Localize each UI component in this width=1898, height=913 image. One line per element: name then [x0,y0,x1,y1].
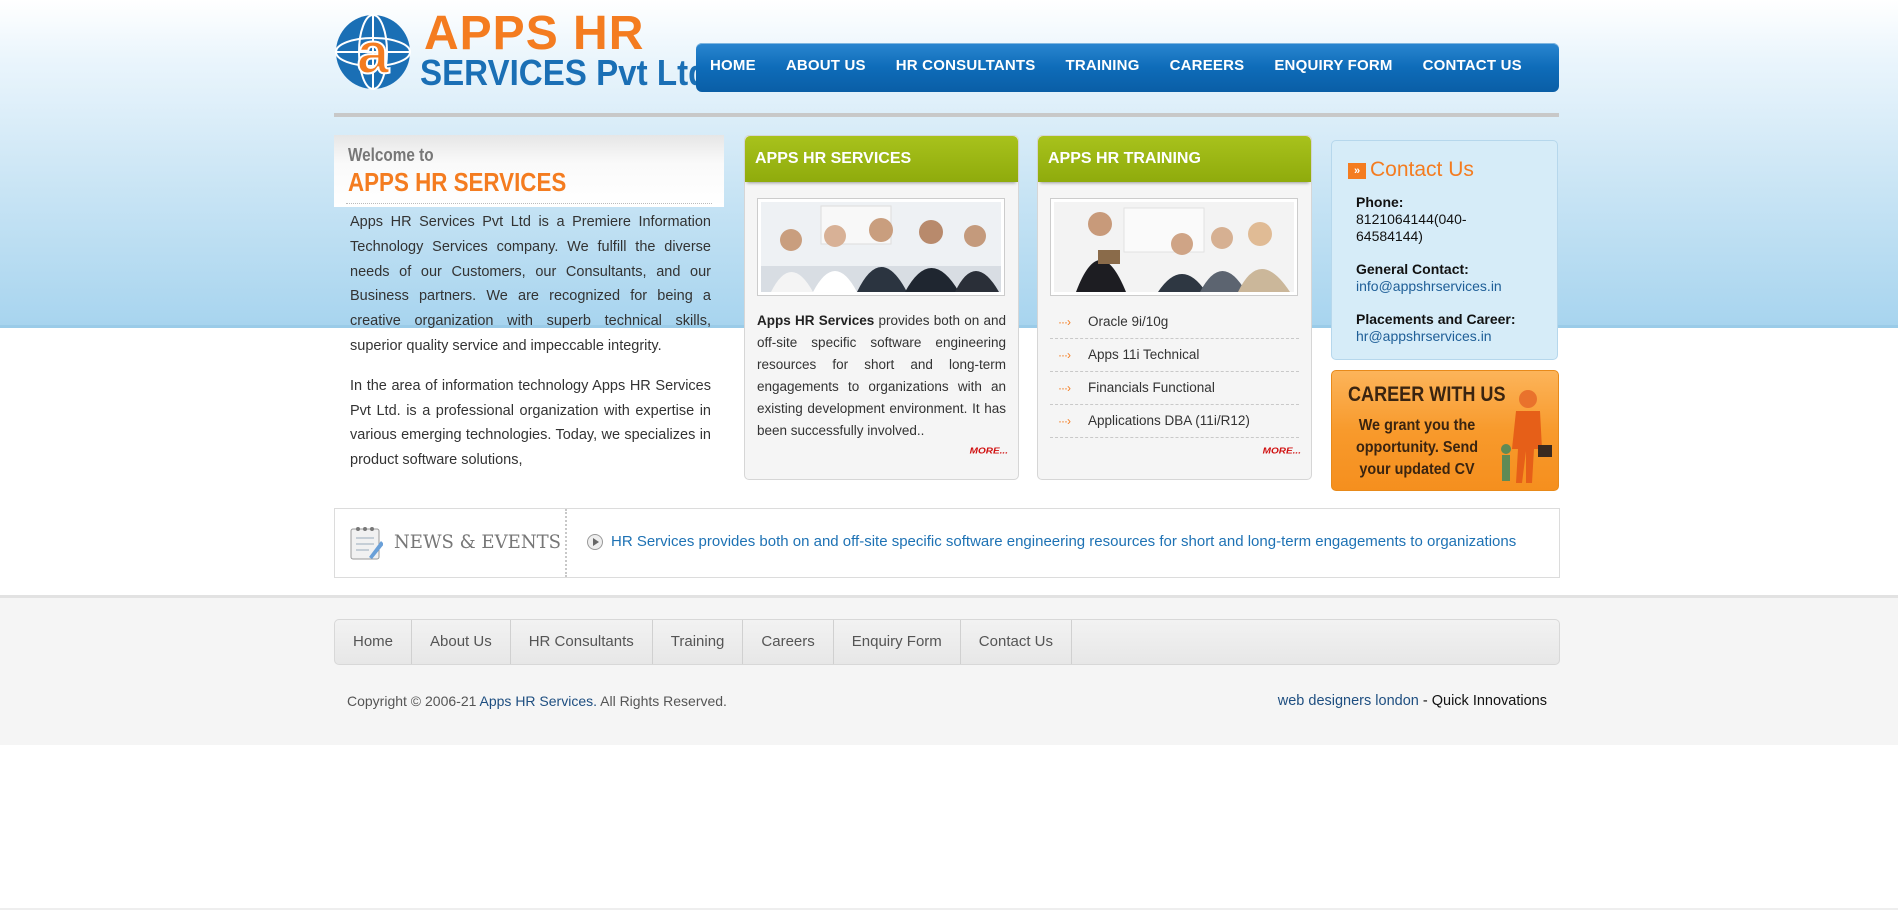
contact-details: Phone: 8121064144(040-64584144) General … [1356,194,1551,361]
general-contact-label: General Contact: [1356,261,1469,277]
services-body: provides both on and off-site specific s… [757,313,1006,438]
arrow-right-icon: ···› [1058,315,1071,329]
nav-training[interactable]: TRAINING [1065,57,1139,74]
footer-nav-contact-us[interactable]: Contact Us [961,620,1072,664]
footer-nav-hr-consultants[interactable]: HR Consultants [511,620,653,664]
logo-text-secondary: SERVICES Pvt Ltd [420,52,709,93]
arrow-right-icon: ···› [1058,381,1071,395]
career-text: We grant you the opportunity. Send your … [1355,417,1479,478]
services-team-image [757,198,1005,296]
placements-label: Placements and Career: [1356,311,1516,327]
services-description: Apps HR Services provides both on and of… [757,310,1006,442]
contact-title: Contact Us [1370,158,1474,181]
training-item[interactable]: ···› Apps 11i Technical [1050,339,1299,372]
globe-logo-icon: a [335,14,411,90]
footer-nav-careers[interactable]: Careers [743,620,834,664]
training-item-label: Financials Functional [1088,380,1215,395]
training-item-label: Oracle 9i/10g [1088,314,1169,329]
phone-label: Phone: [1356,194,1404,210]
nav-careers[interactable]: CAREERS [1170,57,1245,74]
welcome-divider [346,203,712,204]
welcome-small-title: Welcome to [348,145,434,165]
training-box: APPS HR TRAINING ···› Oracle 9i/10g ···› A… [1037,135,1312,480]
footer-nav-training[interactable]: Training [653,620,744,664]
arrow-right-icon: ···› [1058,414,1071,428]
footer-nav-about-us[interactable]: About Us [412,620,511,664]
training-course-list: ···› Oracle 9i/10g ···› Apps 11i Technical… [1050,306,1299,438]
career-banner[interactable]: CAREER WITH US We grant you the opportun… [1331,370,1559,491]
svg-text:a: a [357,21,390,86]
training-item-label: Apps 11i Technical [1088,347,1200,362]
notepad-icon [350,527,383,560]
contact-box: » Contact Us Phone: 8121064144(040-64584… [1331,140,1558,360]
news-ticker-text[interactable]: HR Services provides both on and off-sit… [611,533,1516,550]
news-divider [565,509,567,577]
welcome-paragraph-1: Apps HR Services Pvt Ltd is a Premiere I… [350,214,711,354]
training-item[interactable]: ···› Financials Functional [1050,372,1299,405]
header-rule [334,113,1559,117]
training-item-label: Applications DBA (11i/R12) [1088,413,1250,428]
designer-credit: web designers london - Quick Innovations [1278,693,1547,709]
phone-value: 8121064144(040-64584144) [1356,211,1467,244]
general-email-link[interactable]: info@appshrservices.in [1356,278,1551,295]
training-item[interactable]: ···› Applications DBA (11i/R12) [1050,405,1299,438]
businessman-icon [1501,390,1552,483]
nav-hr-consultants[interactable]: HR CONSULTANTS [896,57,1036,74]
footer-navigation: Home About Us HR Consultants Training Ca… [334,619,1560,665]
business-team-photo-icon [761,202,1001,292]
services-box: APPS HR SERVICES Apps HR Services provid… [744,135,1019,480]
copyright-suffix: All Rights Reserved. [597,693,727,709]
play-icon[interactable] [587,534,603,550]
nav-home[interactable]: HOME [710,57,756,74]
news-events-bar: NEWS & EVENTS HR Services provides both … [334,508,1560,578]
training-group-photo-icon [1054,202,1294,292]
footer-nav-home[interactable]: Home [335,620,413,664]
footer-nav-enquiry-form[interactable]: Enquiry Form [834,620,961,664]
services-more-link[interactable]: MORE... [970,447,1008,456]
copyright-text: Copyright © 2006-21 Apps HR Services. Al… [347,693,727,709]
welcome-big-title: APPS HR SERVICES [348,167,567,197]
nav-enquiry-form[interactable]: ENQUIRY FORM [1274,57,1392,74]
training-team-image [1050,198,1298,296]
welcome-text: Apps HR Services Pvt Ltd is a Premiere I… [350,210,711,488]
nav-about-us[interactable]: ABOUT US [786,57,866,74]
site-logo[interactable]: a APPS HR SERVICES Pvt Ltd [334,7,708,93]
services-lead: Apps HR Services [757,313,875,328]
main-navigation: HOME ABOUT US HR CONSULTANTS TRAINING CA… [696,43,1559,92]
news-events-title: NEWS & EVENTS [394,531,562,553]
welcome-heading: Welcome to APPS HR SERVICES [334,135,724,207]
career-title: CAREER WITH US [1348,383,1506,406]
double-arrow-icon: » [1348,163,1366,179]
footer-background [0,595,1898,745]
services-box-title: APPS HR SERVICES [745,136,1018,182]
nav-contact-us[interactable]: CONTACT US [1423,57,1522,74]
training-more-link[interactable]: MORE... [1263,447,1301,456]
arrow-right-icon: ···› [1058,348,1071,362]
welcome-paragraph-2: In the area of information technology Ap… [350,377,711,469]
page-bottom-line [0,908,1898,910]
web-designers-link[interactable]: web designers london [1278,693,1419,709]
copyright-prefix: Copyright © 2006-21 [347,693,480,709]
training-item[interactable]: ···› Oracle 9i/10g [1050,306,1299,339]
credit-suffix: - Quick Innovations [1418,693,1547,709]
training-box-title: APPS HR TRAINING [1038,136,1311,182]
copyright-company-link[interactable]: Apps HR Services. [480,693,597,709]
placements-email-link[interactable]: hr@appshrservices.in [1356,328,1551,345]
